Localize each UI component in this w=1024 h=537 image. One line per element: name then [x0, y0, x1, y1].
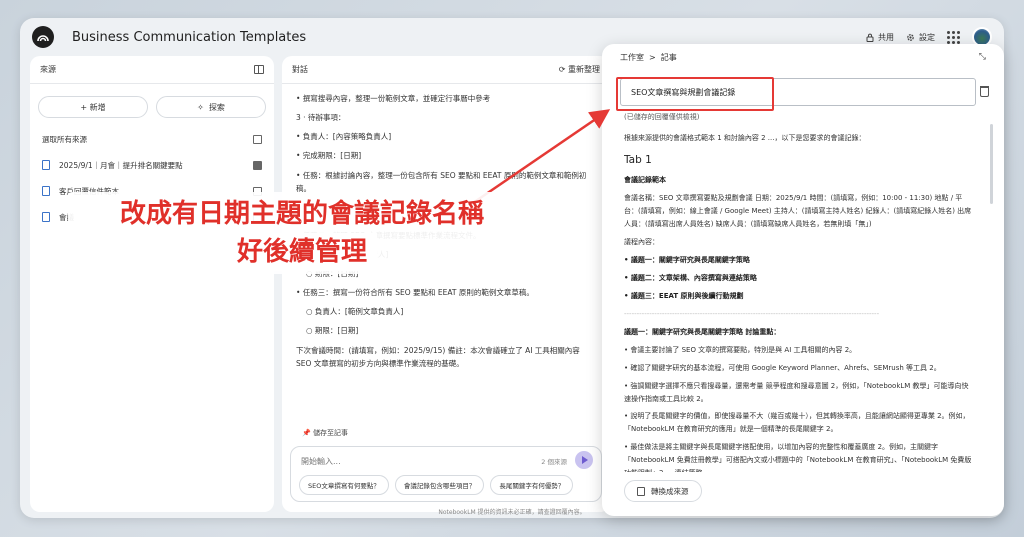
convert-to-source-button[interactable]: 轉換成來源 — [624, 480, 702, 502]
document-icon — [42, 160, 50, 170]
lock-icon — [866, 33, 874, 42]
divider: ----------------------------------------… — [624, 309, 880, 318]
chat-line: • 負責人：[內容策略負責人] — [296, 132, 392, 142]
note-bullet: • 說明了長尾關鍵字的價值，即使搜尋量不大（幾百或幾十），但其轉換率高，且能讓網… — [624, 412, 970, 434]
callout-annotation: 改成有日期主題的會議記錄名稱 好後續管理 — [68, 192, 536, 274]
note-title-input[interactable] — [621, 79, 975, 105]
add-source-button[interactable]: + 新增 — [38, 96, 148, 118]
chat-line: ○ 期限：[日期] — [306, 326, 359, 336]
source-checkbox[interactable] — [253, 160, 262, 170]
chat-line: • 任務：根據討論內容，整理一份包含所有 SEO 要點和 EEAT 原則的範例文… — [296, 170, 587, 193]
chat-line: 下次會議時間：(請填寫，例如：2025/9/15) 備註：本次會議確立了 AI … — [296, 345, 580, 368]
chat-panel: 對話 ⟳ 重新整理 • 撰寫搜尋內容，整理一份範例文章，並確定行事曆中參考 3 … — [282, 56, 610, 512]
send-button[interactable] — [575, 451, 593, 469]
document-icon — [42, 212, 50, 222]
studio-note-panel: 工作室 > 記事 ⤡ (已儲存的回覆僅供檢視) 根據來源提供的會議格式範本 1 … — [602, 44, 1004, 516]
trash-icon[interactable] — [980, 86, 989, 97]
tab-title: Tab 1 — [624, 153, 652, 166]
breadcrumb-separator: > — [649, 52, 656, 62]
collapse-icon[interactable]: ⤡ — [979, 52, 986, 62]
share-button[interactable]: 共用 — [866, 32, 894, 43]
sources-panel: 來源 + 新增 ✧ 探索 選取所有來源 2025/9/1｜月會｜提升排名關鍵要點… — [30, 56, 274, 512]
topic-heading: 議題一：關鍵字研究與長尾關鍵字策略 討論重點： — [624, 327, 781, 336]
note-bullet: • 確認了關鍵字研究的基本流程，可使用 Google Keyword Plann… — [624, 363, 941, 372]
note-bullet: • 最佳做法是將主關鍵字與長尾關鍵字搭配使用，以增加內容的完整性和覆蓋廣度 2。… — [624, 443, 972, 472]
settings-button[interactable]: 設定 — [906, 32, 935, 43]
refresh-button[interactable]: ⟳ 重新整理 — [559, 64, 600, 75]
read-only-note: (已儲存的回覆僅供檢視) — [624, 113, 700, 121]
template-heading: 會議記錄範本 — [624, 176, 666, 185]
note-bullet: • 強調關鍵字選擇不應只看搜尋量，還需考量 競爭程度和搜尋意圖 2，例如，「No… — [624, 381, 969, 403]
select-all-label: 選取所有來源 — [42, 134, 87, 144]
notebook-title[interactable]: Business Communication Templates — [72, 30, 306, 45]
gear-icon — [907, 33, 914, 41]
share-label: 共用 — [878, 32, 894, 42]
chat-line: ○ 負責人：[範例文章負責人] — [306, 307, 404, 317]
note-content: 根據來源提供的會議格式範本 1 和討論內容 2 ...，以下是您要求的會議記錄：… — [624, 132, 974, 472]
chat-header: 對話 — [292, 65, 308, 74]
agenda-label: 議程內容： — [624, 238, 659, 247]
source-count: 2 個來源 — [541, 458, 567, 466]
chat-line: 3 · 待辦事項： — [296, 113, 346, 123]
suggestion-chip[interactable]: 會議記錄包含哪些項目？ — [394, 475, 485, 495]
convert-label: 轉換成來源 — [651, 486, 689, 496]
scrollbar[interactable] — [990, 124, 993, 204]
suggestion-chip[interactable]: SEO文章撰寫有何要點？ — [299, 475, 389, 495]
settings-label: 設定 — [919, 32, 935, 42]
note-bullet: • 會議主要討論了 SEO 文章的撰寫要點，特別是與 AI 工具相關的內容 2。 — [624, 345, 857, 354]
agenda-item: • 議題二：文章架構、內容撰寫與連結策略 — [624, 273, 757, 282]
chat-line: • 撰寫搜尋內容，整理一份範例文章，並確定行事曆中參考 — [296, 94, 491, 103]
explore-label: 探索 — [208, 102, 225, 112]
save-to-note-button[interactable]: 📌 儲存至記事 — [302, 428, 348, 438]
callout-line: 改成有日期主題的會議記錄名稱 — [119, 199, 484, 229]
sparkle-search-icon: ✧ — [197, 102, 204, 112]
source-item[interactable]: 2025/9/1｜月會｜提升排名關鍵要點 — [30, 152, 274, 178]
chat-input-box: 2 個來源 SEO文章撰寫有何要點？ 會議記錄包含哪些項目？ 長尾關鍵字有何優勢… — [290, 446, 602, 502]
save-note-label: 儲存至記事 — [312, 429, 348, 437]
convert-icon — [637, 486, 645, 496]
note-intro: 根據來源提供的會議格式範本 1 和討論內容 2 ...，以下是您要求的會議記錄： — [624, 134, 866, 142]
agenda-item: • 議題一：關鍵字研究與長尾關鍵字策略 — [624, 256, 750, 265]
callout-line: 好後續管理 — [226, 233, 377, 271]
sources-header: 來源 — [40, 65, 56, 74]
breadcrumb-note: 記事 — [660, 52, 677, 62]
breadcrumb: 工作室 > 記事 ⤡ — [602, 44, 1004, 70]
source-item-label: 2025/9/1｜月會｜提升排名關鍵要點 — [59, 160, 183, 170]
apps-grid-icon[interactable] — [947, 30, 960, 44]
chat-line: • 完成期限：[日期] — [296, 151, 362, 161]
collapse-panel-icon[interactable] — [254, 65, 264, 74]
document-icon — [42, 186, 50, 196]
breadcrumb-studio[interactable]: 工作室 — [620, 52, 644, 63]
explore-button[interactable]: ✧ 探索 — [156, 96, 266, 118]
select-all-checkbox[interactable] — [253, 134, 262, 144]
note-title-box — [620, 78, 976, 106]
refresh-label: 重新整理 — [568, 65, 600, 74]
meeting-info: 會議名稱：SEO 文章撰寫要點及規劃會議 日期：2025/9/1 時間：(請填寫… — [624, 194, 972, 229]
notebooklm-logo-icon[interactable] — [32, 26, 54, 48]
chat-line: • 任務三：撰寫一份符合所有 SEO 要點和 EEAT 原則的範例文章草稿。 — [296, 288, 534, 298]
agenda-item: • 議題三：EEAT 原則與後續行動規劃 — [624, 291, 744, 300]
select-all-row[interactable]: 選取所有來源 — [30, 126, 274, 152]
chat-input[interactable] — [301, 453, 501, 469]
suggestion-chip[interactable]: 長尾關鍵字有何優勢？ — [490, 475, 574, 495]
